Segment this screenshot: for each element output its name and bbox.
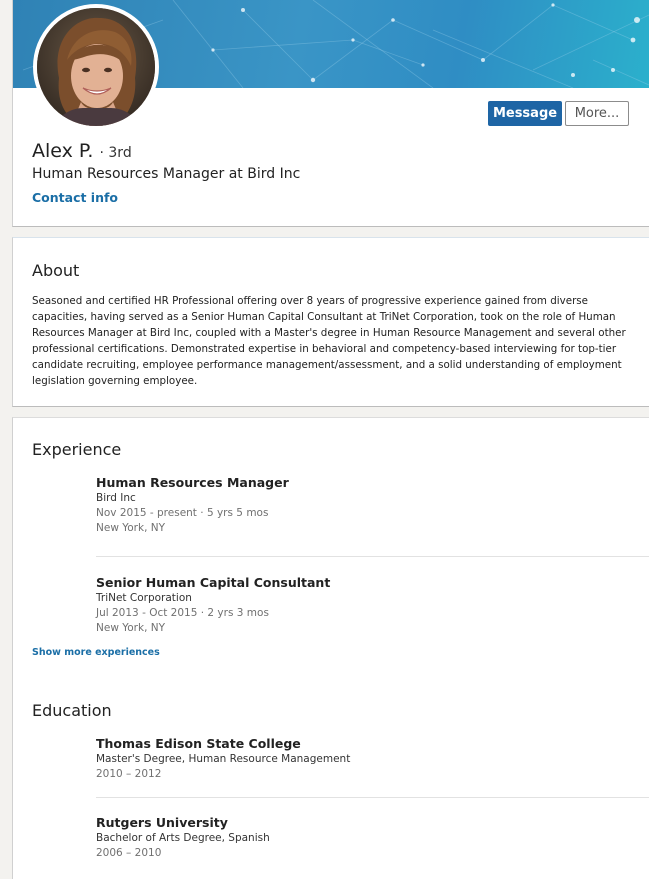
education-divider [96, 797, 649, 798]
about-section: About Seasoned and certified HR Professi… [12, 237, 649, 407]
profile-photo-image [37, 8, 155, 126]
experience-title: Experience [32, 440, 122, 459]
message-button[interactable]: Message [488, 101, 562, 126]
experience-dates: Jul 2013 - Oct 2015 · 2 yrs 3 mos [96, 607, 269, 619]
education-section: Education Thomas Edison State College Ma… [12, 680, 649, 879]
about-text: Seasoned and certified HR Professional o… [32, 295, 626, 387]
experience-company: TriNet Corporation [96, 592, 192, 604]
experience-section: Experience Human Resources Manager Bird … [12, 417, 649, 681]
education-title: Education [32, 701, 112, 720]
experience-item[interactable]: Senior Human Capital Consultant TriNet C… [96, 575, 330, 636]
experience-location: New York, NY [96, 522, 166, 534]
experience-job-title: Human Resources Manager [96, 475, 289, 490]
profile-name: Alex P. [32, 140, 94, 162]
education-dates: 2010 – 2012 [96, 768, 162, 780]
profile-page: Message More... Alex P. · 3rd Human Reso… [0, 0, 649, 879]
more-button[interactable]: More... [565, 101, 629, 126]
education-item[interactable]: Rutgers University Bachelor of Arts Degr… [96, 815, 270, 861]
education-degree: Master's Degree, Human Resource Manageme… [96, 753, 351, 765]
education-school: Thomas Edison State College [96, 736, 301, 751]
connection-degree: · 3rd [99, 145, 132, 161]
experience-company: Bird Inc [96, 492, 136, 504]
show-more-experiences-link[interactable]: Show more experiences [32, 647, 160, 658]
education-item[interactable]: Thomas Edison State College Master's Deg… [96, 736, 350, 782]
profile-name-line: Alex P. · 3rd [32, 140, 132, 162]
education-school: Rutgers University [96, 815, 228, 830]
experience-dates: Nov 2015 - present · 5 yrs 5 mos [96, 507, 269, 519]
profile-card: Message More... Alex P. · 3rd Human Reso… [12, 0, 649, 227]
contact-info-link[interactable]: Contact info [32, 190, 118, 205]
education-dates: 2006 – 2010 [96, 847, 162, 859]
experience-divider [96, 556, 649, 557]
experience-item[interactable]: Human Resources Manager Bird Inc Nov 201… [96, 475, 289, 536]
about-title: About [32, 261, 80, 280]
experience-location: New York, NY [96, 622, 166, 634]
education-degree: Bachelor of Arts Degree, Spanish [96, 832, 270, 844]
experience-job-title: Senior Human Capital Consultant [96, 575, 331, 590]
profile-avatar[interactable] [33, 4, 159, 130]
profile-headline: Human Resources Manager at Bird Inc [32, 166, 301, 182]
